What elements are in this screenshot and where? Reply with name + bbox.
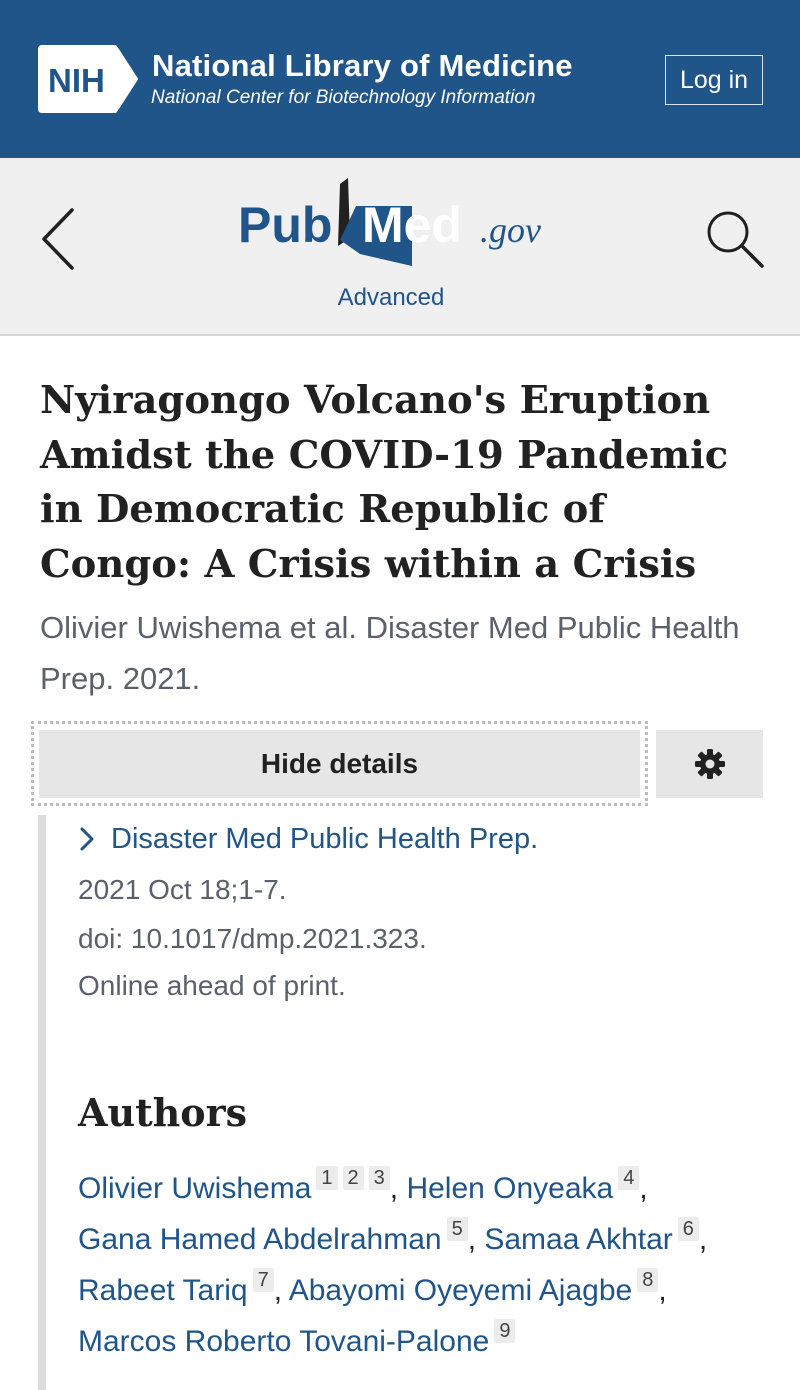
login-button[interactable]: Log in [665,55,763,105]
author-link[interactable]: Marcos Roberto Tovani-Palone [78,1325,489,1358]
advanced-search-link[interactable]: Advanced [0,284,782,312]
affiliation-badge[interactable]: 8 [637,1268,659,1292]
article-citation: Olivier Uwishema et al. Disaster Med Pub… [40,610,740,696]
publication-date: 2021 Oct 18;1-7. [78,874,287,905]
details-divider [38,815,46,1390]
affiliation-badge[interactable]: 3 [368,1166,390,1190]
pubmed-logo-gov: .gov [480,210,541,250]
publication-status: Online ahead of print. [78,970,346,1001]
nih-subtitle: National Center for Biotechnology Inform… [151,87,536,108]
author-line: Marcos Roberto Tovani-Palone 9 [78,1319,516,1362]
nih-logo[interactable]: NIH [38,45,142,113]
gear-icon [694,749,725,779]
author-line: Rabeet Tariq 7, Abayomi Oyeyemi Ajagbe 8, [78,1268,667,1307]
journal-name: Disaster Med Public Health Prep. [111,823,539,855]
author-link[interactable]: Olivier Uwishema [78,1172,311,1205]
affiliation-badge[interactable]: 5 [446,1217,468,1241]
search-icon[interactable] [704,208,766,270]
display-options-button[interactable] [656,730,763,798]
chevron-right-icon [80,827,94,851]
journal-link[interactable]: Disaster Med Public Health Prep. [78,820,538,858]
author-link[interactable]: Abayomi Oyeyemi Ajagbe [289,1274,633,1307]
article-title: Nyiragongo Volcano's Eruption Amidst the… [40,378,729,587]
pubmed-logo[interactable]: Pub Med .gov [236,176,566,268]
authors-heading: Authors [78,1090,248,1135]
pubmed-logo-med: Med [362,197,462,253]
affiliation-badge[interactable]: 6 [677,1217,699,1241]
author-line: Gana Hamed Abdelrahman 5, Samaa Akhtar 6, [78,1217,708,1256]
author-link[interactable]: Rabeet Tariq [78,1274,248,1307]
nih-header: NIH National Library of Medicine Nationa… [0,0,800,158]
pubmed-bar: Pub Med .gov Advanced [0,158,800,336]
doi: doi: 10.1017/dmp.2021.323. [78,923,427,954]
affiliation-badge[interactable]: 2 [342,1166,364,1190]
author-link[interactable]: Samaa Akhtar [484,1223,672,1256]
author-link[interactable]: Helen Onyeaka [406,1172,613,1205]
hide-details-button[interactable]: Hide details [39,730,640,798]
affiliation-badge[interactable]: 4 [618,1166,640,1190]
chevron-left-icon[interactable] [38,206,78,272]
author-link[interactable]: Gana Hamed Abdelrahman [78,1223,442,1256]
affiliation-badge[interactable]: 9 [494,1319,516,1343]
affiliation-badge[interactable]: 1 [316,1166,338,1190]
affiliation-badge[interactable]: 7 [252,1268,274,1292]
nih-title: National Library of Medicine [152,48,573,83]
author-line: Olivier Uwishema 1 2 3, Helen Onyeaka 4, [78,1166,648,1205]
nih-logo-text: NIH [48,62,105,99]
pubmed-logo-pub: Pub [238,197,332,253]
